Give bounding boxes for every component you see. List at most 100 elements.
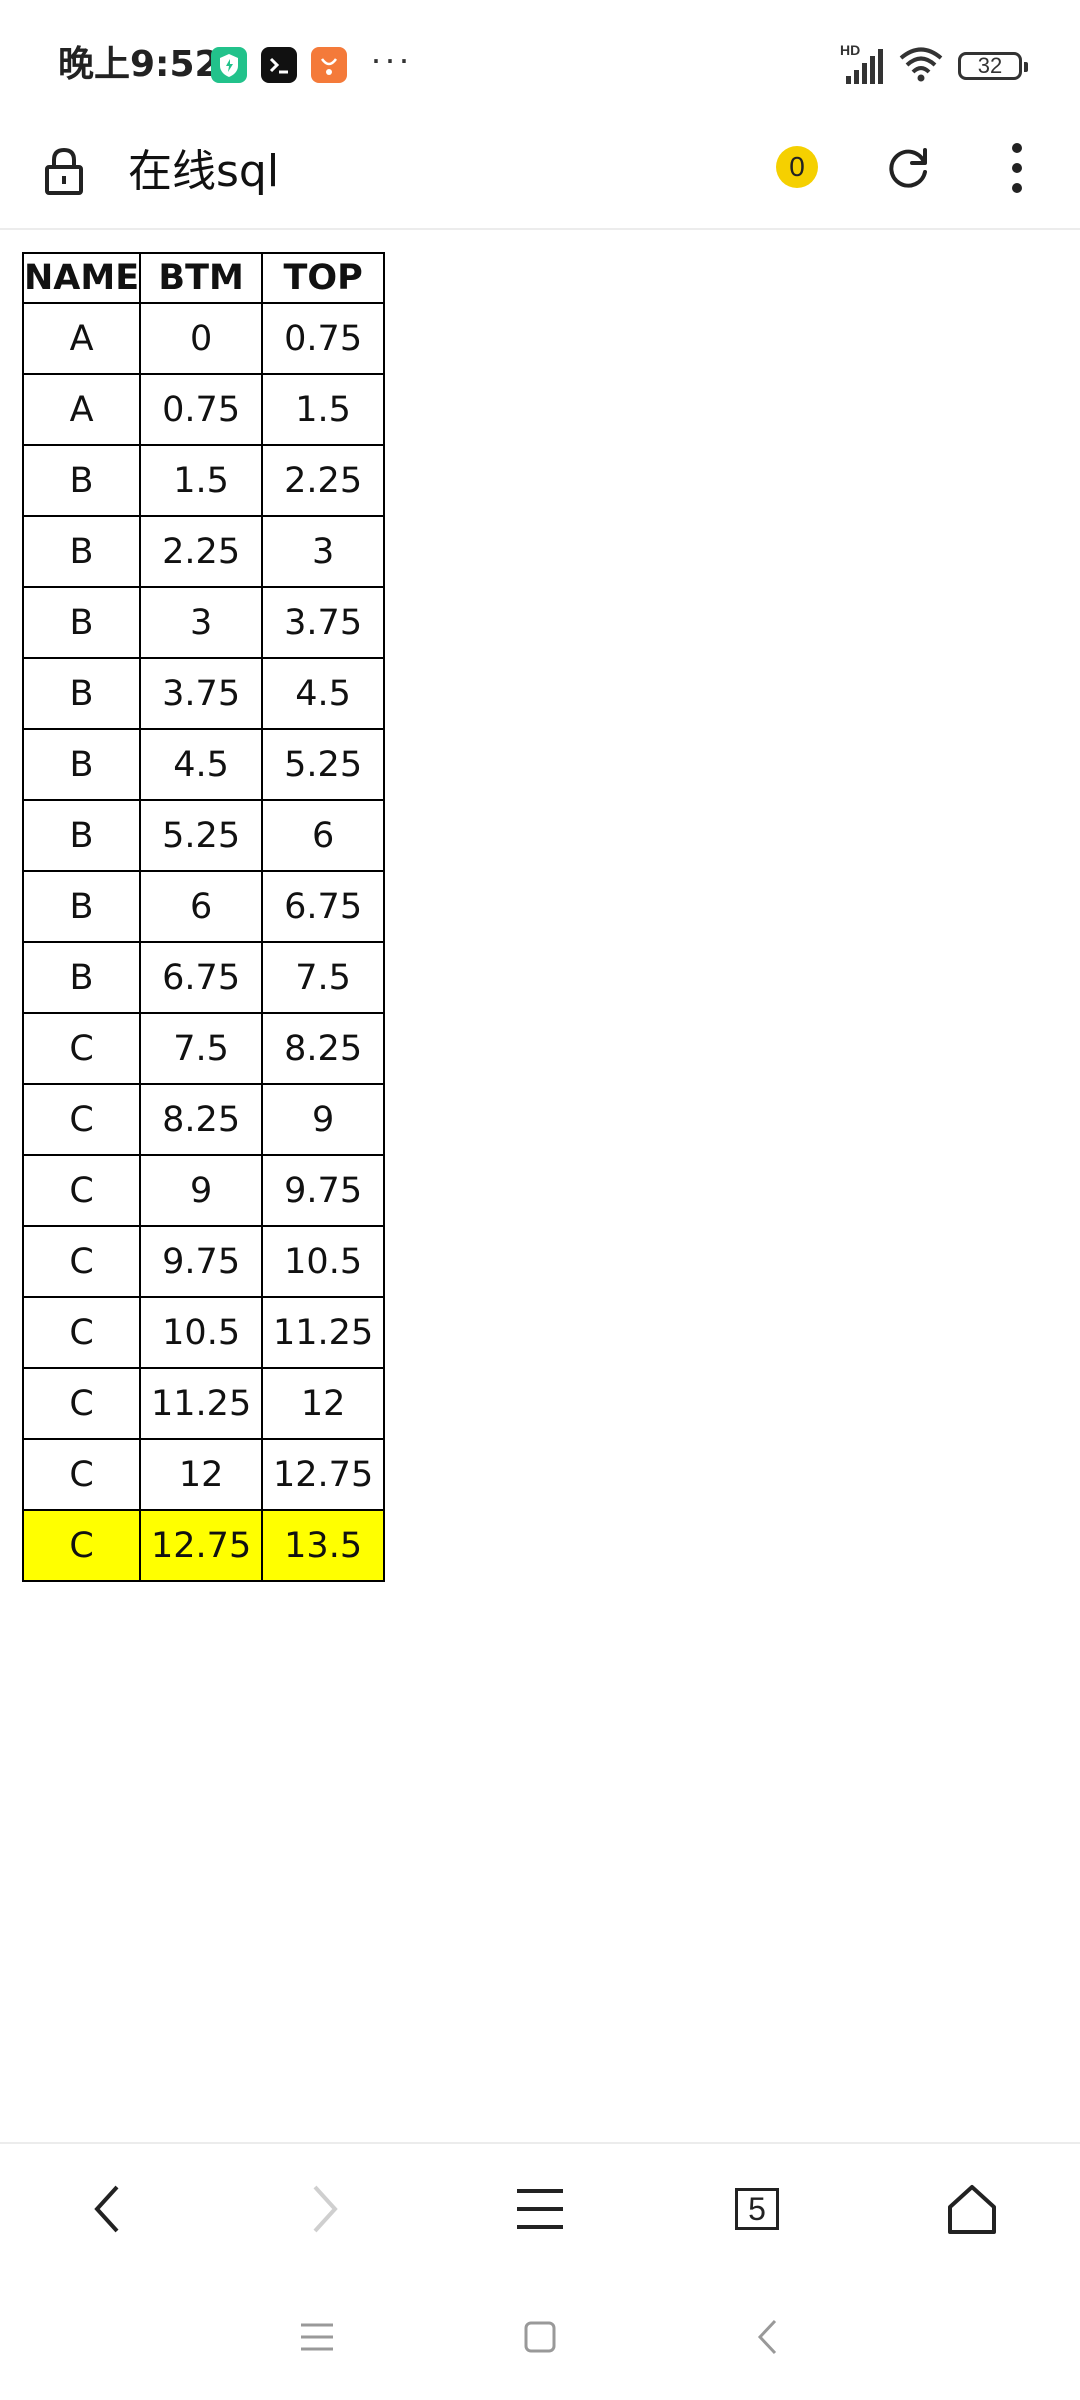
table-cell-btm: 0.75 <box>139 373 264 446</box>
table-cell-btm: 0 <box>139 302 264 375</box>
table-cell-btm: 12 <box>139 1438 264 1511</box>
table-cell-top: 2.25 <box>261 444 386 517</box>
tabs-icon[interactable]: 5 <box>722 2174 792 2244</box>
notification-app-icon-terminal <box>261 47 297 83</box>
table-cell-name: A <box>21 302 142 375</box>
table-cell-btm: 10.5 <box>139 1296 264 1369</box>
status-bar: 晚上9:52 ··· HD 32 <box>0 0 1080 120</box>
table-cell-top: 6.75 <box>261 870 386 943</box>
table-row: B 3 3.75 <box>21 586 386 659</box>
table-cell-name: B <box>21 941 142 1014</box>
wifi-icon <box>898 45 944 88</box>
column-header-top: TOP <box>261 252 386 304</box>
table-row: C 8.25 9 <box>21 1083 386 1156</box>
table-cell-btm: 1.5 <box>139 444 264 517</box>
battery-icon: 32 <box>958 52 1028 80</box>
table-row: C 7.5 8.25 <box>21 1012 386 1085</box>
table-cell-top: 3.75 <box>261 586 386 659</box>
table-cell-top: 11.25 <box>261 1296 386 1369</box>
table-cell-btm: 5.25 <box>139 799 264 872</box>
browser-top-bar: 在线sql 0 <box>0 120 1080 230</box>
table-cell-name: C <box>21 1438 142 1511</box>
table-row: A 0.75 1.5 <box>21 373 386 446</box>
back-icon[interactable] <box>72 2174 142 2244</box>
table-cell-top: 9.75 <box>261 1154 386 1227</box>
table-cell-name: B <box>21 728 142 801</box>
table-cell-name: B <box>21 657 142 730</box>
home-square-icon[interactable] <box>515 2312 565 2362</box>
table-row: C 9.75 10.5 <box>21 1225 386 1298</box>
result-table: NAME BTM TOP A 0 0.75 A 0.75 1.5 B 1.5 2.25 B 2.25… <box>21 252 386 1582</box>
table-header-row: NAME BTM TOP <box>21 252 386 304</box>
column-header-btm: BTM <box>139 252 264 304</box>
table-cell-name: C <box>21 1367 142 1440</box>
table-cell-top: 8.25 <box>261 1012 386 1085</box>
battery-level: 32 <box>977 53 1003 78</box>
browser-bottom-nav: 5 <box>0 2142 1080 2270</box>
table-cell-top: 9 <box>261 1083 386 1156</box>
table-cell-name: B <box>21 799 142 872</box>
status-indicators: HD 32 <box>840 42 1028 88</box>
table-cell-name: B <box>21 444 142 517</box>
back-triangle-icon[interactable] <box>742 2312 792 2362</box>
table-row: A 0 0.75 <box>21 302 386 375</box>
table-cell-name: C <box>21 1083 142 1156</box>
table-cell-top: 7.5 <box>261 941 386 1014</box>
notification-app-icon-shop <box>311 47 347 83</box>
table-cell-name: B <box>21 586 142 659</box>
table-cell-name: C <box>21 1012 142 1085</box>
home-icon[interactable] <box>937 2174 1007 2244</box>
table-cell-btm: 12.75 <box>139 1509 264 1582</box>
page-title[interactable]: 在线sql <box>128 142 279 202</box>
more-vertical-icon[interactable] <box>1000 140 1034 196</box>
table-cell-btm: 9 <box>139 1154 264 1227</box>
menu-icon[interactable] <box>505 2174 575 2244</box>
table-cell-btm: 7.5 <box>139 1012 264 1085</box>
table-cell-btm: 9.75 <box>139 1225 264 1298</box>
table-cell-name: C <box>21 1296 142 1369</box>
table-row: B 2.25 3 <box>21 515 386 588</box>
table-cell-top: 0.75 <box>261 302 386 375</box>
table-cell-btm: 3 <box>139 586 264 659</box>
refresh-icon[interactable] <box>884 142 934 192</box>
table-cell-btm: 3.75 <box>139 657 264 730</box>
table-cell-btm: 6.75 <box>139 941 264 1014</box>
notification-app-icon-shield <box>211 47 247 83</box>
signal-icon: HD <box>840 42 884 86</box>
table-cell-name: B <box>21 515 142 588</box>
table-cell-btm: 6 <box>139 870 264 943</box>
table-body: A 0 0.75 A 0.75 1.5 B 1.5 2.25 B 2.25 3 B 3 3.75 B 3.75 4… <box>21 302 386 1582</box>
table-cell-name: A <box>21 373 142 446</box>
table-cell-top: 12 <box>261 1367 386 1440</box>
system-nav-bar <box>0 2270 1080 2400</box>
table-cell-name: B <box>21 870 142 943</box>
table-cell-top: 6 <box>261 799 386 872</box>
table-cell-top: 3 <box>261 515 386 588</box>
table-row: C 12 12.75 <box>21 1438 386 1511</box>
table-cell-top: 1.5 <box>261 373 386 446</box>
table-row: B 3.75 4.5 <box>21 657 386 730</box>
forward-icon[interactable] <box>290 2174 360 2244</box>
table-cell-name: C <box>21 1225 142 1298</box>
table-cell-name: C <box>21 1509 142 1582</box>
table-row: B 4.5 5.25 <box>21 728 386 801</box>
table-cell-top: 10.5 <box>261 1225 386 1298</box>
table-row: B 5.25 6 <box>21 799 386 872</box>
column-header-name: NAME <box>21 252 142 304</box>
lock-icon[interactable] <box>44 146 84 196</box>
table-cell-top: 12.75 <box>261 1438 386 1511</box>
table-row: B 6.75 7.5 <box>21 941 386 1014</box>
status-time: 晚上9:52 <box>58 44 220 85</box>
table-cell-btm: 11.25 <box>139 1367 264 1440</box>
table-row: C 9 9.75 <box>21 1154 386 1227</box>
recent-apps-icon[interactable] <box>292 2312 342 2362</box>
table-row: B 1.5 2.25 <box>21 444 386 517</box>
table-row: B 6 6.75 <box>21 870 386 943</box>
notification-badge[interactable]: 0 <box>776 146 818 188</box>
table-cell-top: 5.25 <box>261 728 386 801</box>
table-cell-top: 4.5 <box>261 657 386 730</box>
table-row: C 10.5 11.25 <box>21 1296 386 1369</box>
table-cell-btm: 2.25 <box>139 515 264 588</box>
table-row: C 11.25 12 <box>21 1367 386 1440</box>
table-cell-btm: 8.25 <box>139 1083 264 1156</box>
